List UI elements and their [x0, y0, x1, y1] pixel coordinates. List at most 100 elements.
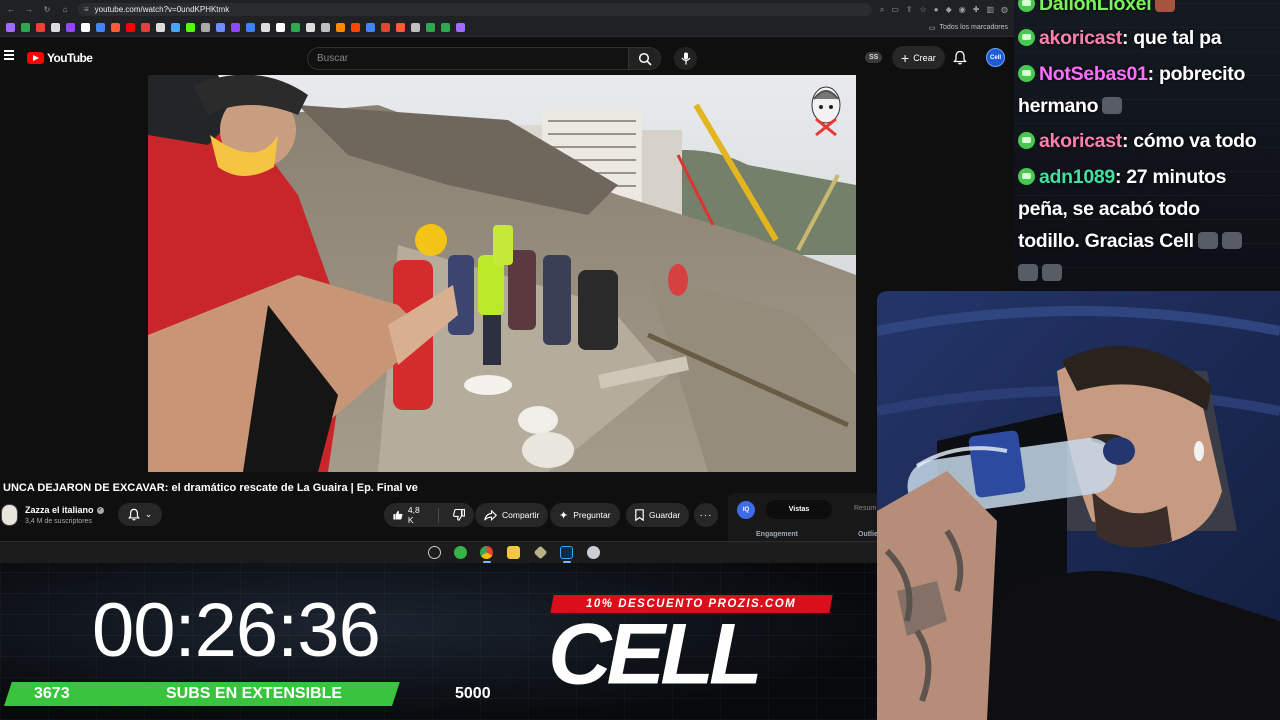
- more-actions-button[interactable]: ···: [694, 503, 718, 527]
- address-bar[interactable]: ≡ youtube.com/watch?v=0undKPHKtmk: [78, 3, 872, 16]
- star-icon[interactable]: ☆: [920, 5, 927, 15]
- youtube-play-icon: [27, 52, 44, 64]
- bookmark-icon[interactable]: [381, 23, 390, 32]
- bookmark-icon[interactable]: [96, 23, 105, 32]
- home-icon[interactable]: ⌂: [60, 5, 70, 14]
- save-button[interactable]: Guardar: [626, 503, 690, 527]
- bookmark-icon[interactable]: [36, 23, 45, 32]
- back-icon[interactable]: ←: [6, 5, 16, 14]
- app-icon[interactable]: [533, 545, 548, 560]
- bookmark-icon[interactable]: [366, 23, 375, 32]
- chat-overlay: DallonLioxel akoricast: que tal pa NotSe…: [1014, 0, 1280, 292]
- like-count: 4,8 K: [407, 505, 420, 525]
- extension-icon[interactable]: ●: [934, 5, 939, 15]
- voice-search-button[interactable]: [674, 47, 697, 70]
- youtube-logo[interactable]: YouTube: [27, 51, 93, 65]
- subathon-timer: 00:26:36: [92, 588, 381, 673]
- profile-icon[interactable]: ◍: [1001, 5, 1008, 15]
- cat-emote-icon: [1197, 232, 1218, 249]
- bookmark-icon[interactable]: [426, 23, 435, 32]
- video-player[interactable]: [148, 75, 856, 472]
- dislike-button[interactable]: [444, 503, 474, 527]
- extension-icon[interactable]: ◉: [959, 5, 966, 15]
- bell-icon: [953, 50, 967, 65]
- subs-goal-label: SUBS EN EXTENSIBLE: [166, 685, 343, 702]
- menu-icon[interactable]: [4, 50, 14, 60]
- bookmark-icon[interactable]: [111, 23, 120, 32]
- sidebar-icon[interactable]: ▥: [986, 5, 994, 15]
- bookmark-icon[interactable]: [51, 23, 60, 32]
- bookmark-icon[interactable]: [126, 23, 135, 32]
- account-avatar[interactable]: Cell: [986, 48, 1005, 67]
- chat-badge-icon: [1018, 0, 1035, 12]
- cat-emote-icon: [1221, 232, 1242, 249]
- chat-text: todillo. Gracias Cell: [1018, 230, 1194, 252]
- forward-icon[interactable]: →: [24, 5, 34, 14]
- bookmark-icon[interactable]: [171, 23, 180, 32]
- microphone-icon: [681, 52, 690, 65]
- streamer-logo: CELL: [548, 605, 763, 703]
- bookmark-icon[interactable]: [6, 23, 15, 32]
- zoom-icon[interactable]: ⌕: [880, 5, 884, 15]
- chat-message: NotSebas01: pobrecito: [1018, 58, 1245, 90]
- bookmark-icon[interactable]: [261, 23, 270, 32]
- share-button[interactable]: Compartir: [475, 503, 549, 527]
- save-label: Guardar: [649, 510, 681, 520]
- reload-icon[interactable]: ↻: [42, 5, 52, 14]
- bookmark-icon[interactable]: [306, 23, 315, 32]
- bookmark-icon[interactable]: [21, 23, 30, 32]
- obs-icon[interactable]: [428, 546, 441, 559]
- notifications-button[interactable]: [953, 50, 967, 70]
- app-icon[interactable]: [587, 546, 600, 559]
- search-button[interactable]: [628, 48, 660, 69]
- cast-icon[interactable]: ▭: [891, 5, 899, 15]
- chat-message-continued: todillo. Gracias Cell: [1018, 225, 1242, 257]
- bookmark-icon[interactable]: [411, 23, 420, 32]
- like-button[interactable]: 4,8 K: [384, 503, 433, 527]
- bookmark-icon[interactable]: [216, 23, 225, 32]
- bookmark-icon[interactable]: [321, 23, 330, 32]
- bookmark-icon[interactable]: [156, 23, 165, 32]
- analytics-panel: IQ Vistas Resum Engagement Outlie: [728, 493, 878, 541]
- extension-icon[interactable]: ◆: [946, 5, 952, 15]
- chat-message: akoricast: que tal pa: [1018, 22, 1222, 54]
- bookmark-icon[interactable]: [336, 23, 345, 32]
- ask-button[interactable]: ✦ Preguntar: [550, 503, 620, 527]
- bookmark-icon[interactable]: [291, 23, 300, 32]
- bookmark-icon[interactable]: [441, 23, 450, 32]
- chrome-icon[interactable]: [480, 546, 493, 559]
- channel-watermark-icon[interactable]: [808, 85, 844, 137]
- bookmark-icon[interactable]: [231, 23, 240, 32]
- vidiq-badge[interactable]: IQ: [737, 501, 755, 519]
- subscription-notifications-button[interactable]: ⌄: [118, 503, 162, 526]
- share-icon[interactable]: ⇪: [906, 5, 913, 15]
- tab-summary[interactable]: Resum: [854, 505, 876, 512]
- all-bookmarks-folder[interactable]: ▭ Todos los marcadores: [929, 24, 1008, 32]
- bookmark-icon[interactable]: [81, 23, 90, 32]
- bookmark-icon[interactable]: [456, 23, 465, 32]
- extension-badge[interactable]: SS: [865, 52, 883, 63]
- tab-views[interactable]: Vistas: [766, 500, 832, 519]
- bookmark-icon[interactable]: [186, 23, 195, 32]
- channel-subscribers: 3,4 M de suscriptores: [25, 518, 92, 525]
- bookmark-icon[interactable]: [66, 23, 75, 32]
- bookmark-icon[interactable]: [351, 23, 360, 32]
- create-button[interactable]: + Crear: [892, 46, 945, 69]
- bookmark-icon[interactable]: [276, 23, 285, 32]
- search-input[interactable]: [308, 48, 628, 69]
- folder-icon[interactable]: [507, 546, 520, 559]
- bookmark-icon[interactable]: [141, 23, 150, 32]
- bookmark-icon[interactable]: [396, 23, 405, 32]
- puzzle-icon[interactable]: ✚: [973, 5, 980, 15]
- channel-name-link[interactable]: Zazza el italiano ✓: [25, 505, 104, 515]
- spotify-icon[interactable]: [454, 546, 467, 559]
- bookmark-icon[interactable]: [246, 23, 255, 32]
- chat-username: akoricast: [1039, 130, 1122, 152]
- chevron-down-icon: ⌄: [144, 509, 153, 519]
- channel-avatar[interactable]: [1, 504, 18, 526]
- photoshop-icon[interactable]: [560, 546, 573, 559]
- site-info-icon[interactable]: ≡: [84, 5, 89, 14]
- webcam-feed: [877, 291, 1280, 720]
- search-icon: [638, 52, 652, 66]
- bookmark-icon[interactable]: [201, 23, 210, 32]
